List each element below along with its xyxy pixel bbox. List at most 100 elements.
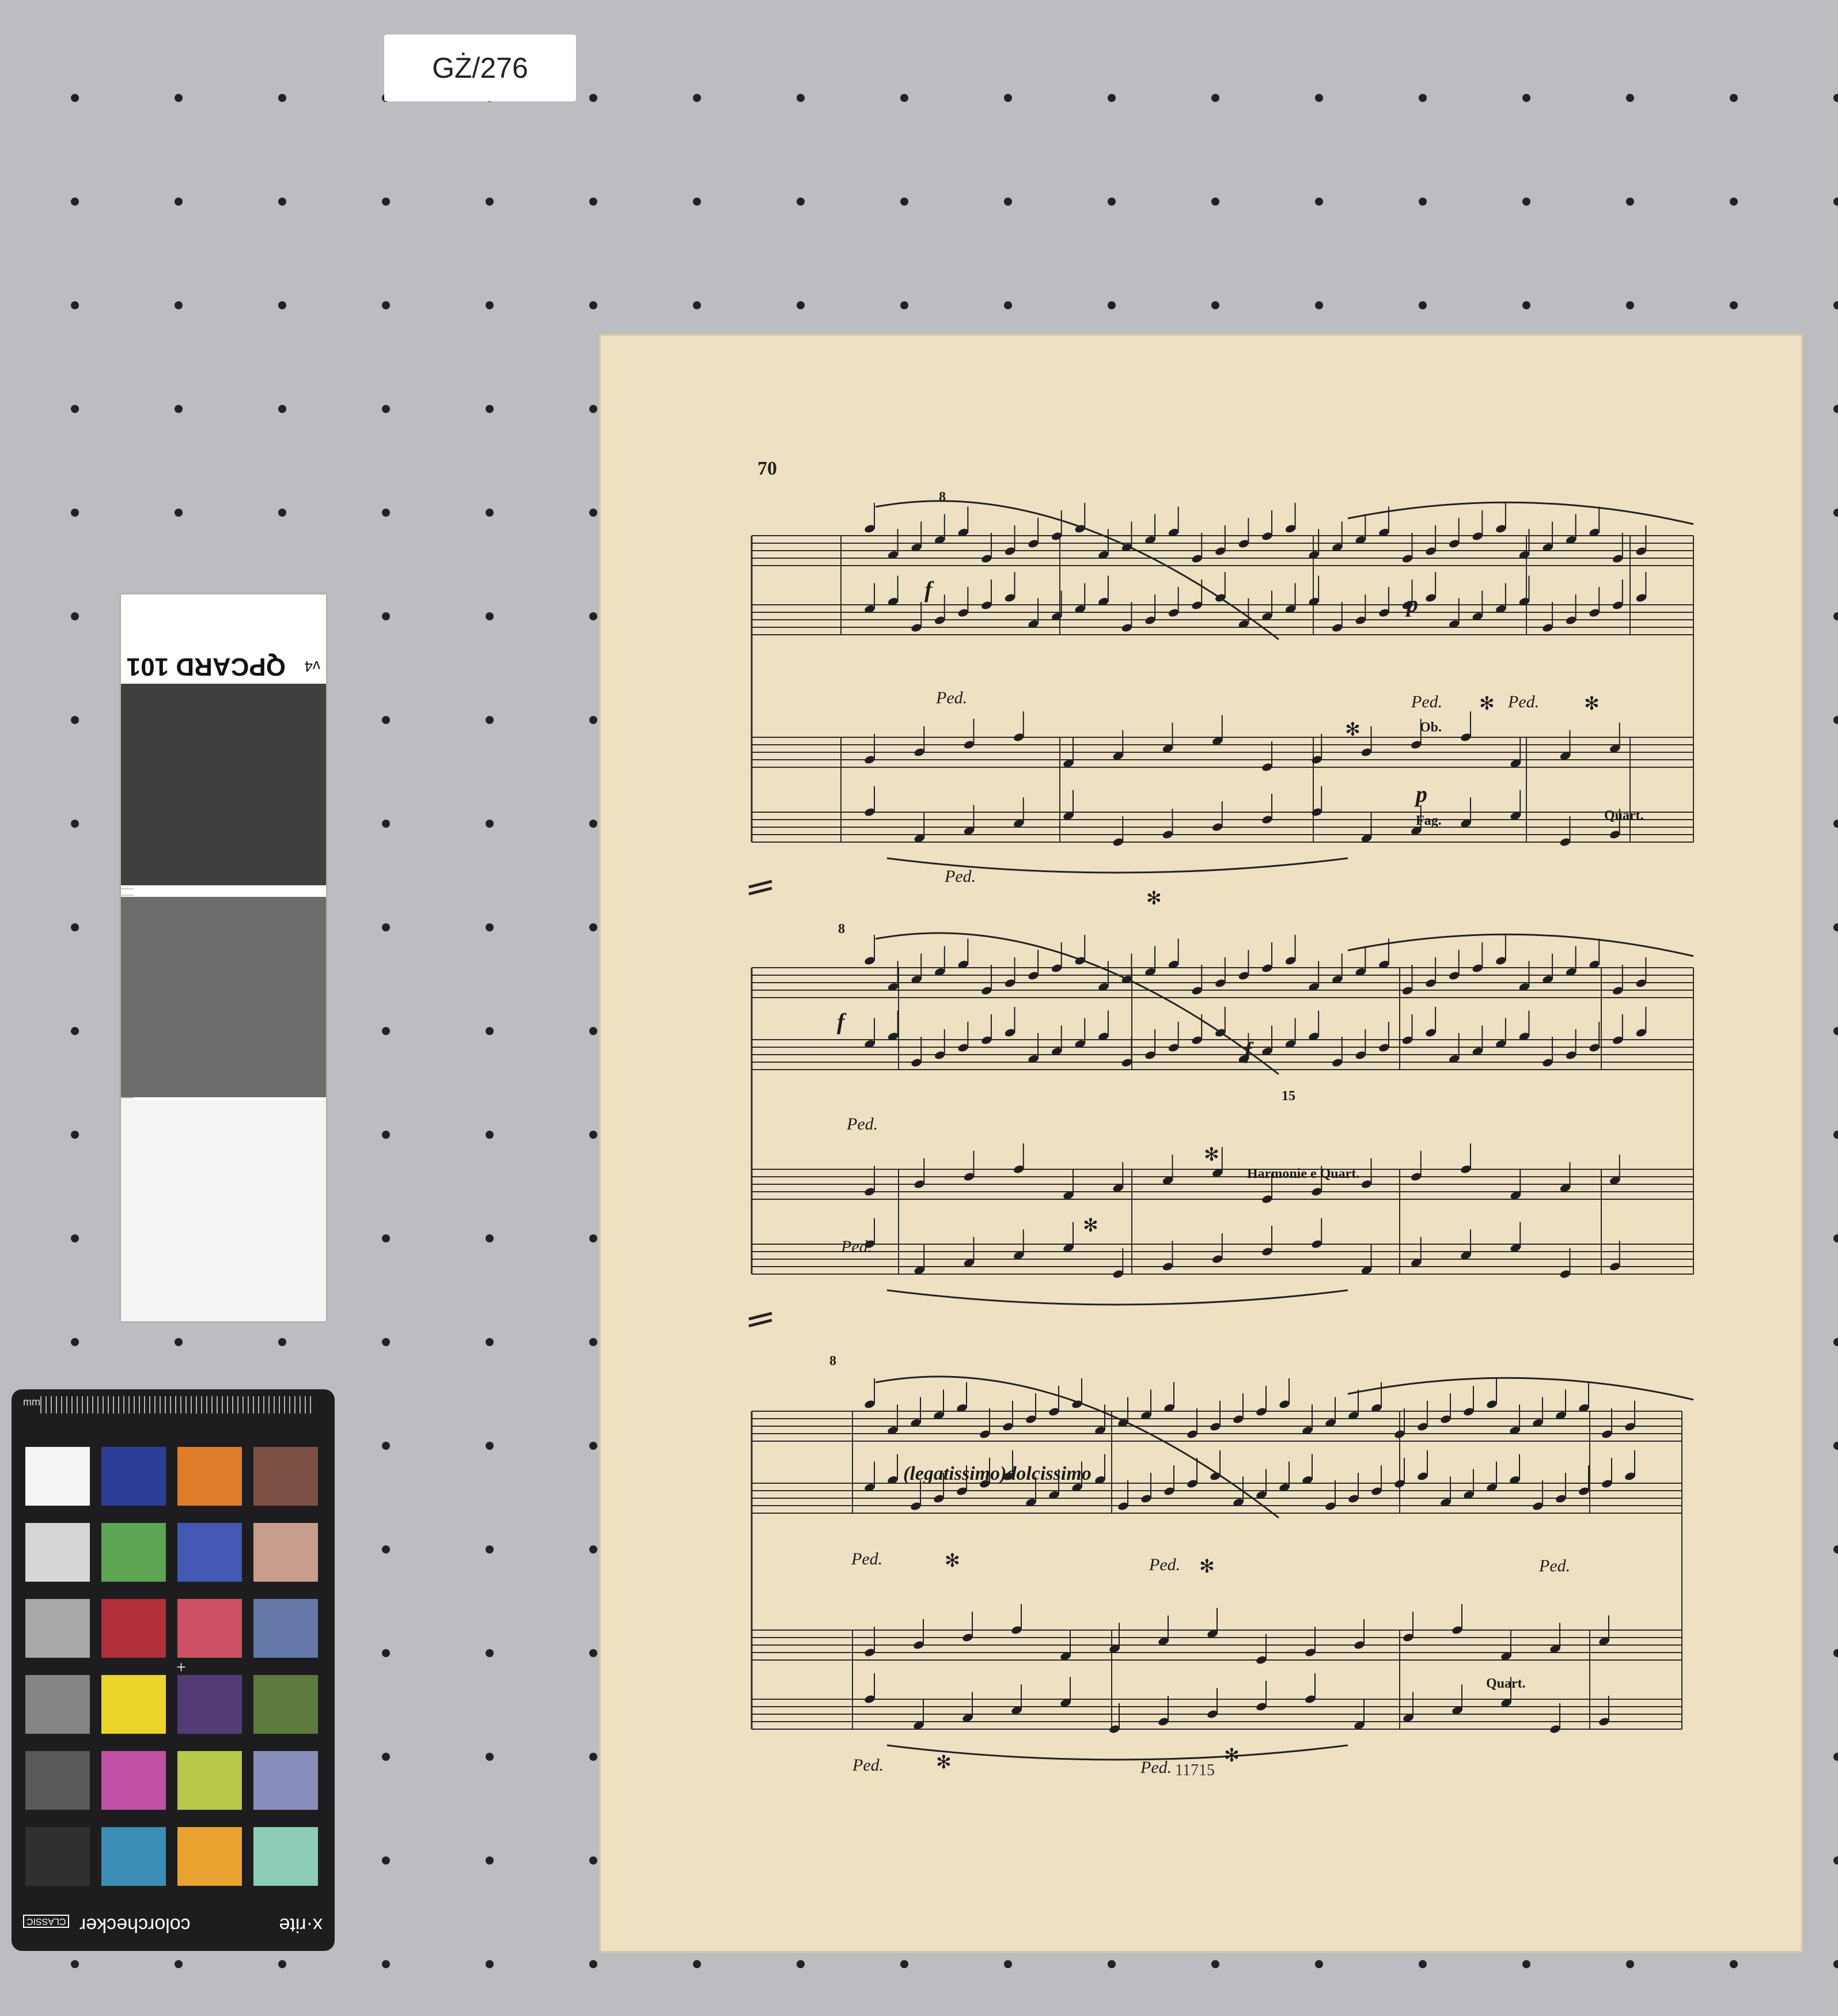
system-separator xyxy=(748,880,772,889)
slur xyxy=(1347,933,1694,957)
pegboard-dot xyxy=(486,1027,494,1035)
pegboard-dot xyxy=(1626,198,1634,206)
pegboard-dot xyxy=(382,716,390,724)
pegboard-dot xyxy=(1108,198,1116,206)
pegboard-dot xyxy=(278,301,286,309)
pegboard-dot xyxy=(1626,1960,1634,1968)
color-swatch xyxy=(177,1523,242,1582)
pegboard-dot xyxy=(589,405,597,413)
pegboard-dot xyxy=(1211,1960,1219,1968)
pegboard-dot xyxy=(1730,94,1738,102)
pegboard-dot xyxy=(589,1545,597,1553)
pegboard-dot xyxy=(175,1960,183,1968)
slur xyxy=(1347,501,1694,525)
pegboard-dot xyxy=(175,94,183,102)
pegboard-dot xyxy=(71,1131,79,1139)
pedal-mark: Ped. xyxy=(936,688,968,707)
pegboard-dot xyxy=(1833,1649,1838,1657)
pegboard-dot xyxy=(71,1234,79,1242)
accession-label: GŻ/276 xyxy=(384,35,576,101)
pedal-release-mark: ✻ xyxy=(945,1550,960,1571)
pegboard-dot xyxy=(1833,94,1838,102)
pegboard-dot xyxy=(797,94,805,102)
pegboard-dot xyxy=(1833,1338,1838,1346)
pegboard-dot xyxy=(382,612,390,620)
pegboard-dot xyxy=(1522,301,1530,309)
color-swatch xyxy=(101,1827,166,1886)
pegboard-dot xyxy=(486,509,494,517)
colorchecker-branding: x·rite colorchecker CLASSIC xyxy=(23,1911,323,1939)
pegboard-dot xyxy=(589,1753,597,1761)
pegboard-dot xyxy=(797,301,805,309)
color-swatch xyxy=(25,1751,90,1810)
pegboard-dot xyxy=(278,1960,286,1968)
pegboard-dot xyxy=(71,1338,79,1346)
pedal-mark: Ped. xyxy=(851,1549,883,1568)
pegboard-dot xyxy=(486,1234,494,1242)
pegboard-dot xyxy=(486,1753,494,1761)
pegboard-dot xyxy=(1833,198,1838,206)
color-swatch xyxy=(177,1599,242,1658)
system-separator xyxy=(748,886,772,896)
pegboard-dot xyxy=(382,1649,390,1657)
pegboard-dot xyxy=(1833,1027,1838,1035)
pegboard-dot xyxy=(486,405,494,413)
system-separator xyxy=(748,1318,772,1328)
pegboard-dot xyxy=(589,1027,597,1035)
pegboard-dot xyxy=(382,1545,390,1553)
pegboard-dot xyxy=(1211,94,1219,102)
pegboard-dot xyxy=(1833,612,1838,620)
pegboard-dot xyxy=(71,198,79,206)
pegboard-dot xyxy=(382,301,390,309)
pegboard-dot xyxy=(278,509,286,517)
pegboard-dot xyxy=(71,1960,79,1968)
pegboard-dot xyxy=(382,509,390,517)
pegboard-dot xyxy=(589,1338,597,1346)
pegboard-dot xyxy=(1833,405,1838,413)
pegboard-dot xyxy=(71,820,79,828)
qp-card-version: v4 xyxy=(304,658,320,675)
pegboard-dot xyxy=(693,94,701,102)
color-swatch xyxy=(25,1599,90,1658)
pegboard-dot xyxy=(175,509,183,517)
qp-patch-light xyxy=(121,1100,326,1321)
pedal-mark: Ped. xyxy=(852,1756,884,1775)
pegboard-dot xyxy=(382,1338,390,1346)
pegboard-dot xyxy=(71,94,79,102)
pegboard-dot xyxy=(486,923,494,931)
slur xyxy=(886,1744,1348,1761)
pegboard-dot xyxy=(382,1027,390,1035)
pedal-release-mark: ✻ xyxy=(1146,888,1162,908)
color-swatch xyxy=(25,1447,90,1506)
pegboard-dot xyxy=(1108,1960,1116,1968)
pegboard-dot xyxy=(382,405,390,413)
pegboard-dot xyxy=(71,1027,79,1035)
pegboard-dot xyxy=(1522,1960,1530,1968)
colorchecker-edition: CLASSIC xyxy=(23,1915,70,1928)
pedal-mark: Ped. xyxy=(1140,1758,1172,1777)
qp-card-target: QPCARD 101 v4 xyxy=(121,594,326,1321)
color-swatch xyxy=(253,1447,318,1506)
pegboard-dot xyxy=(1419,94,1427,102)
pegboard-dot xyxy=(382,1960,390,1968)
pegboard-dot xyxy=(1833,716,1838,724)
pedal-mark: Ped. xyxy=(1149,1555,1181,1574)
color-swatch xyxy=(253,1827,318,1886)
pegboard-dot xyxy=(71,301,79,309)
pegboard-dot xyxy=(1522,94,1530,102)
pegboard-dot xyxy=(693,1960,701,1968)
qp-patch-dark xyxy=(121,684,326,885)
pegboard-dot xyxy=(486,1131,494,1139)
pegboard-dot xyxy=(382,198,390,206)
pegboard-dot xyxy=(589,198,597,206)
pedal-mark: Ped. xyxy=(847,1115,878,1134)
pegboard-dot xyxy=(486,198,494,206)
legatissimo-dolcissimo: (legatissimo)dolcissimo xyxy=(903,1463,1092,1484)
score-engraving xyxy=(599,334,1803,1953)
pegboard-dot xyxy=(486,1338,494,1346)
qp-card-brand: QPCARD 101 xyxy=(126,653,286,681)
dynamic-forte: f xyxy=(837,1009,845,1034)
pedal-release-mark: ✻ xyxy=(936,1752,952,1772)
oboe-label: Ob. xyxy=(1420,720,1442,735)
pegboard-dot xyxy=(486,1649,494,1657)
